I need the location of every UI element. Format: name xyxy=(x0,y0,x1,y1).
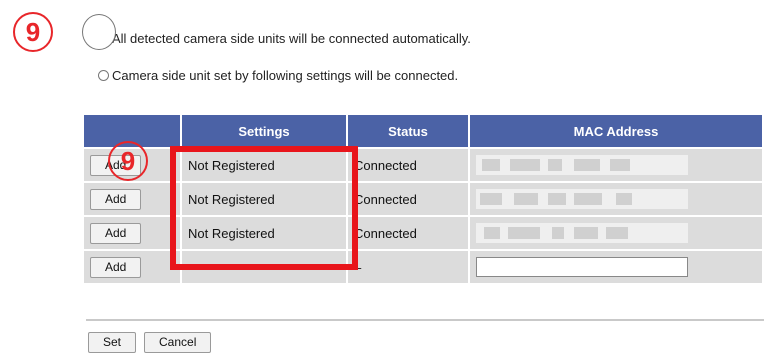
status-cell: – xyxy=(348,251,468,283)
mac-address-redacted xyxy=(476,189,688,209)
mac-address-redacted xyxy=(476,223,688,243)
manual-connect-option[interactable]: Camera side unit set by following settin… xyxy=(98,68,458,83)
add-button[interactable]: Add xyxy=(90,188,142,210)
header-settings: Settings xyxy=(182,115,346,147)
table-header-row: Settings Status MAC Address xyxy=(84,115,762,147)
mac-address-input[interactable] xyxy=(476,257,688,277)
camera-units-table: Settings Status MAC Address Add Not Regi… xyxy=(82,113,764,285)
callout-number-9: 9 xyxy=(13,12,53,52)
settings-cell: Not Registered xyxy=(182,183,346,215)
settings-cell: Not Registered xyxy=(182,217,346,249)
header-mac-address: MAC Address xyxy=(470,115,762,147)
form-actions: Set Cancel xyxy=(88,332,212,353)
header-status: Status xyxy=(348,115,468,147)
set-button[interactable]: Set xyxy=(88,332,137,353)
add-button[interactable]: Add xyxy=(90,256,142,278)
manual-connect-label: Camera side unit set by following settin… xyxy=(112,68,459,83)
callout-number-9-table: 9 xyxy=(108,141,148,181)
table-row: Add – – xyxy=(84,251,762,283)
manual-connect-radio[interactable] xyxy=(98,70,109,81)
add-button[interactable]: Add xyxy=(90,222,142,244)
table-row: Add Not Registered Connected xyxy=(84,217,762,249)
cancel-button[interactable]: Cancel xyxy=(144,332,212,353)
status-cell: Connected xyxy=(348,183,468,215)
table-row: Add Not Registered Connected xyxy=(84,149,762,181)
auto-connect-radio[interactable] xyxy=(98,33,109,44)
settings-cell: – xyxy=(182,251,346,283)
auto-connect-option[interactable]: All detected camera side units will be c… xyxy=(98,31,471,46)
table-row: Add Not Registered Connected xyxy=(84,183,762,215)
settings-cell: Not Registered xyxy=(182,149,346,181)
auto-connect-label: All detected camera side units will be c… xyxy=(112,31,471,46)
camera-unit-settings-page: 9 All detected camera side units will be… xyxy=(0,0,764,353)
status-cell: Connected xyxy=(348,149,468,181)
status-cell: Connected xyxy=(348,217,468,249)
divider xyxy=(86,319,764,321)
mac-address-redacted xyxy=(476,155,688,175)
